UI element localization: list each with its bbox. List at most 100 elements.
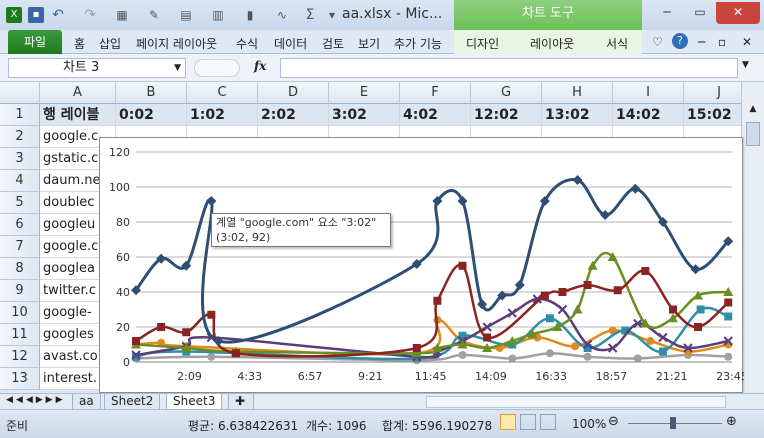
collapse-ribbon-icon[interactable]: ♡ xyxy=(652,35,663,49)
row-header-2[interactable]: 2 xyxy=(0,126,40,148)
row-header-11[interactable]: 11 xyxy=(0,324,40,346)
line-chart[interactable]: 0 20 40 60 80 100 120 2:09 4:33 6:57 9:21 11:45 14:0… xyxy=(99,137,744,393)
tab-page-layout[interactable]: 페이지 레이아웃 xyxy=(136,35,217,52)
insert-function-icon[interactable]: fx xyxy=(254,59,266,73)
zoom-out-icon[interactable]: ⊖ xyxy=(608,414,619,429)
expand-formula-bar-icon[interactable]: ▼ xyxy=(742,60,749,70)
name-box-dropdown-icon[interactable]: ▼ xyxy=(174,59,181,77)
row-header-4[interactable]: 4 xyxy=(0,170,40,192)
row-header-9[interactable]: 9 xyxy=(0,280,40,302)
page-break-view-icon[interactable] xyxy=(540,414,556,430)
data-point xyxy=(646,337,655,345)
insert-sheet-icon[interactable]: ✚ xyxy=(228,394,254,410)
zoom-slider-thumb[interactable] xyxy=(670,417,676,429)
sheet-tab-sheet3[interactable]: Sheet3 xyxy=(166,394,223,410)
sheet-tab-aa[interactable]: aa xyxy=(72,394,101,410)
sheet-tab-bar: ◀◀◀▶▶▶ aa Sheet2 Sheet3 ✚ xyxy=(0,393,764,410)
sheet-tab-sheet2[interactable]: Sheet2 xyxy=(104,394,161,410)
column-header-a[interactable]: A xyxy=(40,82,116,104)
header-cell[interactable]: 13:02 xyxy=(542,104,613,126)
row-header-6[interactable]: 6 xyxy=(0,214,40,236)
data-point xyxy=(458,261,467,270)
column-header-e[interactable]: E xyxy=(329,82,400,104)
header-cell[interactable]: 행 레이블 xyxy=(40,104,116,126)
vertical-scroll-thumb[interactable] xyxy=(746,122,760,146)
horizontal-scrollbar[interactable] xyxy=(426,396,726,408)
tab-review[interactable]: 검토 xyxy=(322,35,344,52)
zoom-in-icon[interactable]: ⊕ xyxy=(726,414,737,429)
tab-format[interactable]: 서식 xyxy=(606,35,628,52)
help-icon[interactable]: ? xyxy=(672,33,688,49)
tab-layout[interactable]: 레이아웃 xyxy=(530,35,574,52)
sum-icon[interactable]: Σ xyxy=(302,7,318,23)
y-tick-label: 40 xyxy=(116,286,130,299)
form-icon[interactable]: ▦ xyxy=(114,7,130,23)
data-point xyxy=(583,281,592,289)
header-cell[interactable]: 0:02 xyxy=(116,104,187,126)
chart-icon[interactable]: ▥ xyxy=(210,7,226,23)
header-cell[interactable]: 2:02 xyxy=(258,104,329,126)
tab-formulas[interactable]: 수식 xyxy=(236,35,258,52)
column-header-g[interactable]: G xyxy=(471,82,542,104)
row-header-12[interactable]: 12 xyxy=(0,346,40,368)
row-header-3[interactable]: 3 xyxy=(0,148,40,170)
data-point xyxy=(658,332,668,343)
data-point xyxy=(540,291,549,300)
tools-icon[interactable]: ✎ xyxy=(146,7,162,23)
data-point xyxy=(545,349,554,358)
row-header-8[interactable]: 8 xyxy=(0,258,40,280)
select-all-corner[interactable] xyxy=(0,82,40,104)
data-point xyxy=(508,354,517,363)
header-cell[interactable]: 1:02 xyxy=(187,104,258,126)
window-minimize-icon[interactable]: ─ xyxy=(698,35,705,49)
normal-view-icon[interactable] xyxy=(500,414,516,430)
tab-design[interactable]: 디자인 xyxy=(466,35,499,52)
file-tab[interactable]: 파일 xyxy=(8,30,62,54)
header-cell[interactable]: 14:02 xyxy=(613,104,684,126)
page-layout-view-icon[interactable] xyxy=(520,414,536,430)
data-point xyxy=(696,305,705,314)
maximize-button[interactable]: ▭ xyxy=(684,2,716,24)
data-point xyxy=(613,286,622,295)
save-icon[interactable]: ▪ xyxy=(28,7,44,23)
bar-chart-icon[interactable]: ▮ xyxy=(242,7,258,23)
scroll-up-icon[interactable]: ▲ xyxy=(745,104,761,120)
zoom-level[interactable]: 100% xyxy=(572,417,606,431)
header-cell[interactable]: 12:02 xyxy=(471,104,542,126)
row-header-5[interactable]: 5 xyxy=(0,192,40,214)
window-restore-icon[interactable]: ▫ xyxy=(718,35,726,49)
customize-toolbar-icon[interactable]: ▾ xyxy=(324,7,340,23)
line-chart-icon[interactable]: ∿ xyxy=(274,7,290,23)
row-header-7[interactable]: 7 xyxy=(0,236,40,258)
close-button[interactable]: ✕ xyxy=(716,2,760,24)
column-header-b[interactable]: B xyxy=(116,82,187,104)
column-header-i[interactable]: I xyxy=(613,82,684,104)
column-header-h[interactable]: H xyxy=(542,82,613,104)
formula-input[interactable] xyxy=(280,58,738,78)
table-icon[interactable]: ▤ xyxy=(178,7,194,23)
row-header-13[interactable]: 13 xyxy=(0,368,40,390)
redo-icon[interactable]: ↷ xyxy=(82,7,98,23)
vertical-scrollbar[interactable]: ▲ xyxy=(741,82,764,393)
row-header-1[interactable]: 1 xyxy=(0,104,40,126)
minimize-button[interactable]: ─ xyxy=(650,2,684,24)
name-box[interactable]: 차트 3 ▼ xyxy=(8,58,186,78)
tab-data[interactable]: 데이터 xyxy=(274,35,307,52)
column-header-d[interactable]: D xyxy=(258,82,329,104)
data-point xyxy=(132,337,140,345)
status-count: 개수: 1096 xyxy=(306,419,367,433)
column-header-f[interactable]: F xyxy=(400,82,471,104)
tab-home[interactable]: 홈 xyxy=(74,35,85,52)
tab-insert[interactable]: 삽입 xyxy=(99,35,121,52)
column-header-c[interactable]: C xyxy=(187,82,258,104)
header-cell[interactable]: 4:02 xyxy=(400,104,471,126)
tab-view[interactable]: 보기 xyxy=(358,35,380,52)
x-tick-label: 23:45 xyxy=(716,370,744,383)
row-header-10[interactable]: 10 xyxy=(0,302,40,324)
x-tick-label: 18:57 xyxy=(596,370,628,383)
window-close-icon[interactable]: ✕ xyxy=(742,35,752,49)
sheet-navigation-icon[interactable]: ◀◀◀▶▶▶ xyxy=(6,395,66,405)
tab-add-ins[interactable]: 추가 기능 xyxy=(394,35,442,52)
header-cell[interactable]: 3:02 xyxy=(329,104,400,126)
undo-icon[interactable]: ↶ xyxy=(50,7,66,23)
